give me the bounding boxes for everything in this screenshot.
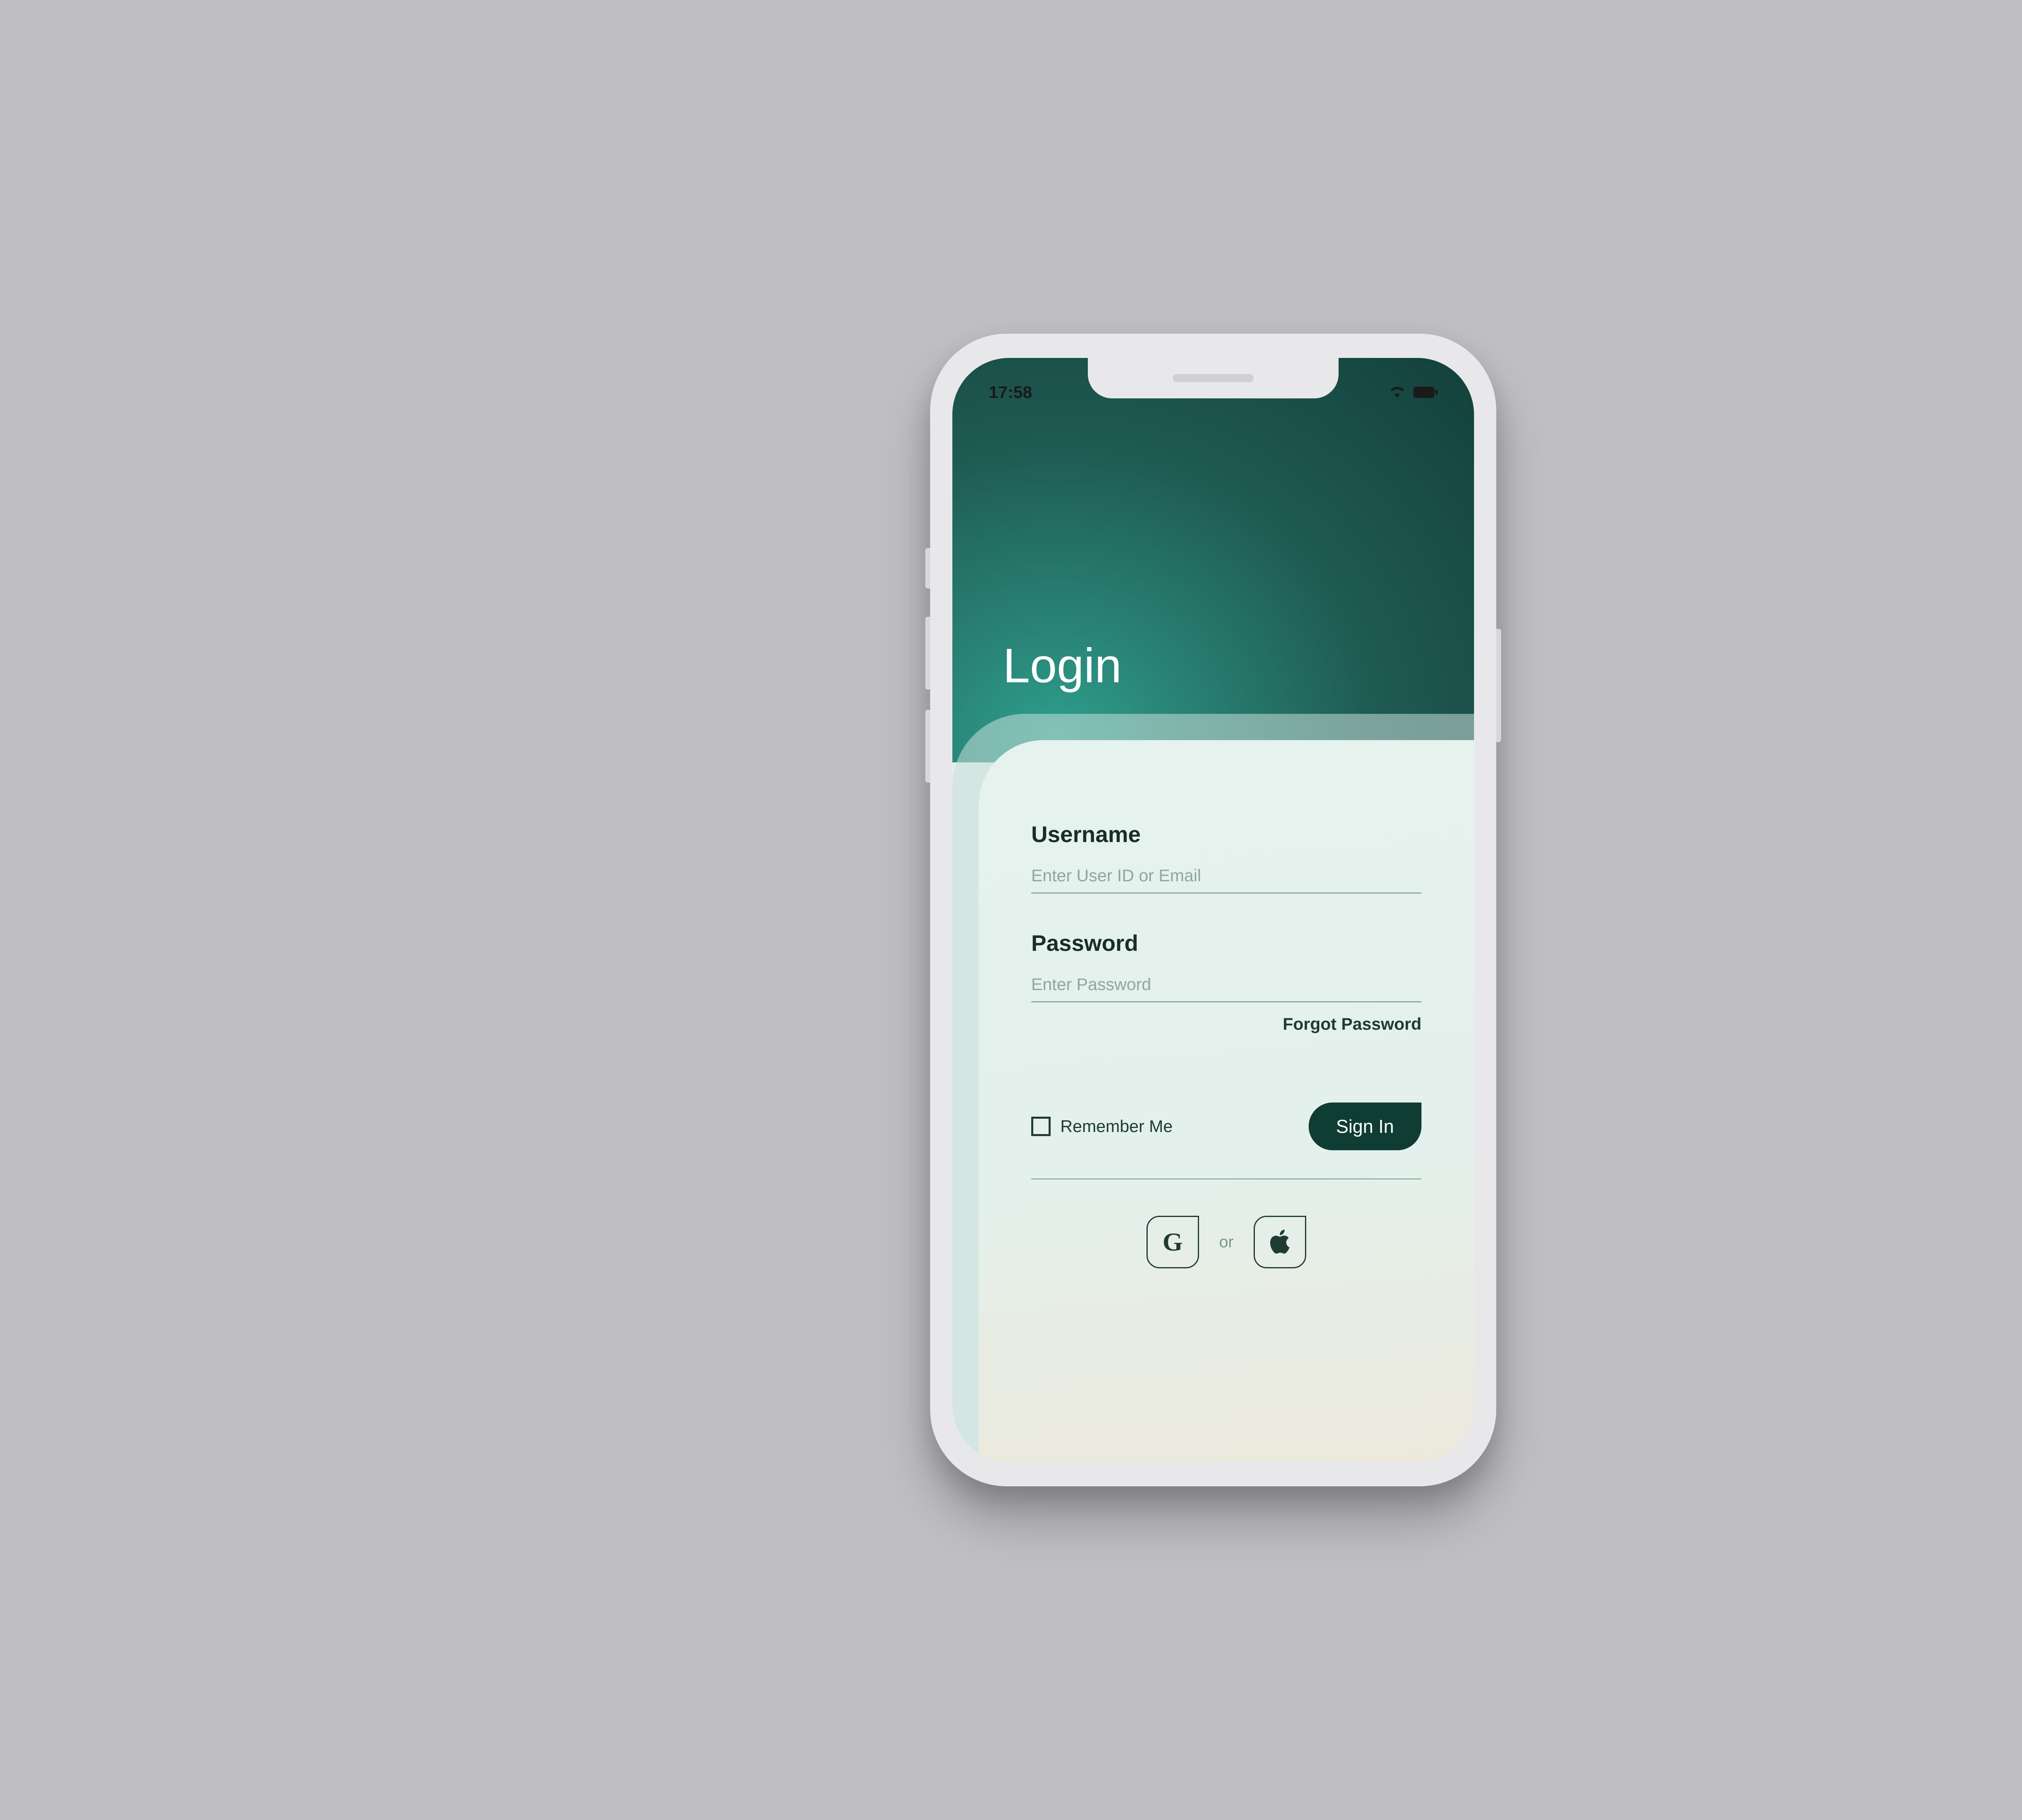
remember-me-label: Remember Me xyxy=(1060,1117,1173,1136)
apple-login-button[interactable] xyxy=(1254,1216,1306,1268)
google-login-button[interactable]: G xyxy=(1146,1216,1199,1268)
status-indicators xyxy=(1388,383,1438,402)
login-card: Username Password Forgot Password Rememb… xyxy=(979,740,1474,1462)
phone-screen: 17:58 Login Username xyxy=(952,358,1474,1462)
phone-silence-switch xyxy=(925,548,930,588)
username-input[interactable] xyxy=(1031,859,1421,893)
phone-mockup-frame: 17:58 Login Username xyxy=(930,334,1496,1486)
sign-in-button[interactable]: Sign In xyxy=(1309,1103,1421,1150)
action-row: Remember Me Sign In xyxy=(1031,1103,1421,1179)
wifi-icon xyxy=(1388,383,1406,402)
password-label: Password xyxy=(1031,930,1421,956)
password-input[interactable] xyxy=(1031,967,1421,1002)
social-separator: or xyxy=(1219,1233,1234,1251)
phone-speaker xyxy=(1173,374,1254,382)
phone-notch xyxy=(1088,358,1339,398)
remember-me-group[interactable]: Remember Me xyxy=(1031,1117,1173,1136)
login-card-backdrop: Username Password Forgot Password Rememb… xyxy=(952,714,1474,1462)
apple-icon xyxy=(1269,1228,1291,1256)
phone-volume-up xyxy=(925,617,930,690)
remember-me-checkbox[interactable] xyxy=(1031,1117,1051,1136)
login-header: 17:58 Login xyxy=(952,358,1474,762)
social-login-row: G or xyxy=(1031,1216,1421,1268)
status-time: 17:58 xyxy=(989,383,1032,402)
google-icon: G xyxy=(1163,1227,1183,1257)
page-title: Login xyxy=(1003,638,1122,694)
username-label: Username xyxy=(1031,821,1421,847)
phone-power-button xyxy=(1496,629,1501,742)
forgot-password-link[interactable]: Forgot Password xyxy=(1283,1014,1421,1033)
username-field-group: Username xyxy=(1031,821,1421,893)
password-field-group: Password Forgot Password xyxy=(1031,930,1421,1034)
battery-icon xyxy=(1413,383,1438,402)
phone-volume-down xyxy=(925,710,930,783)
